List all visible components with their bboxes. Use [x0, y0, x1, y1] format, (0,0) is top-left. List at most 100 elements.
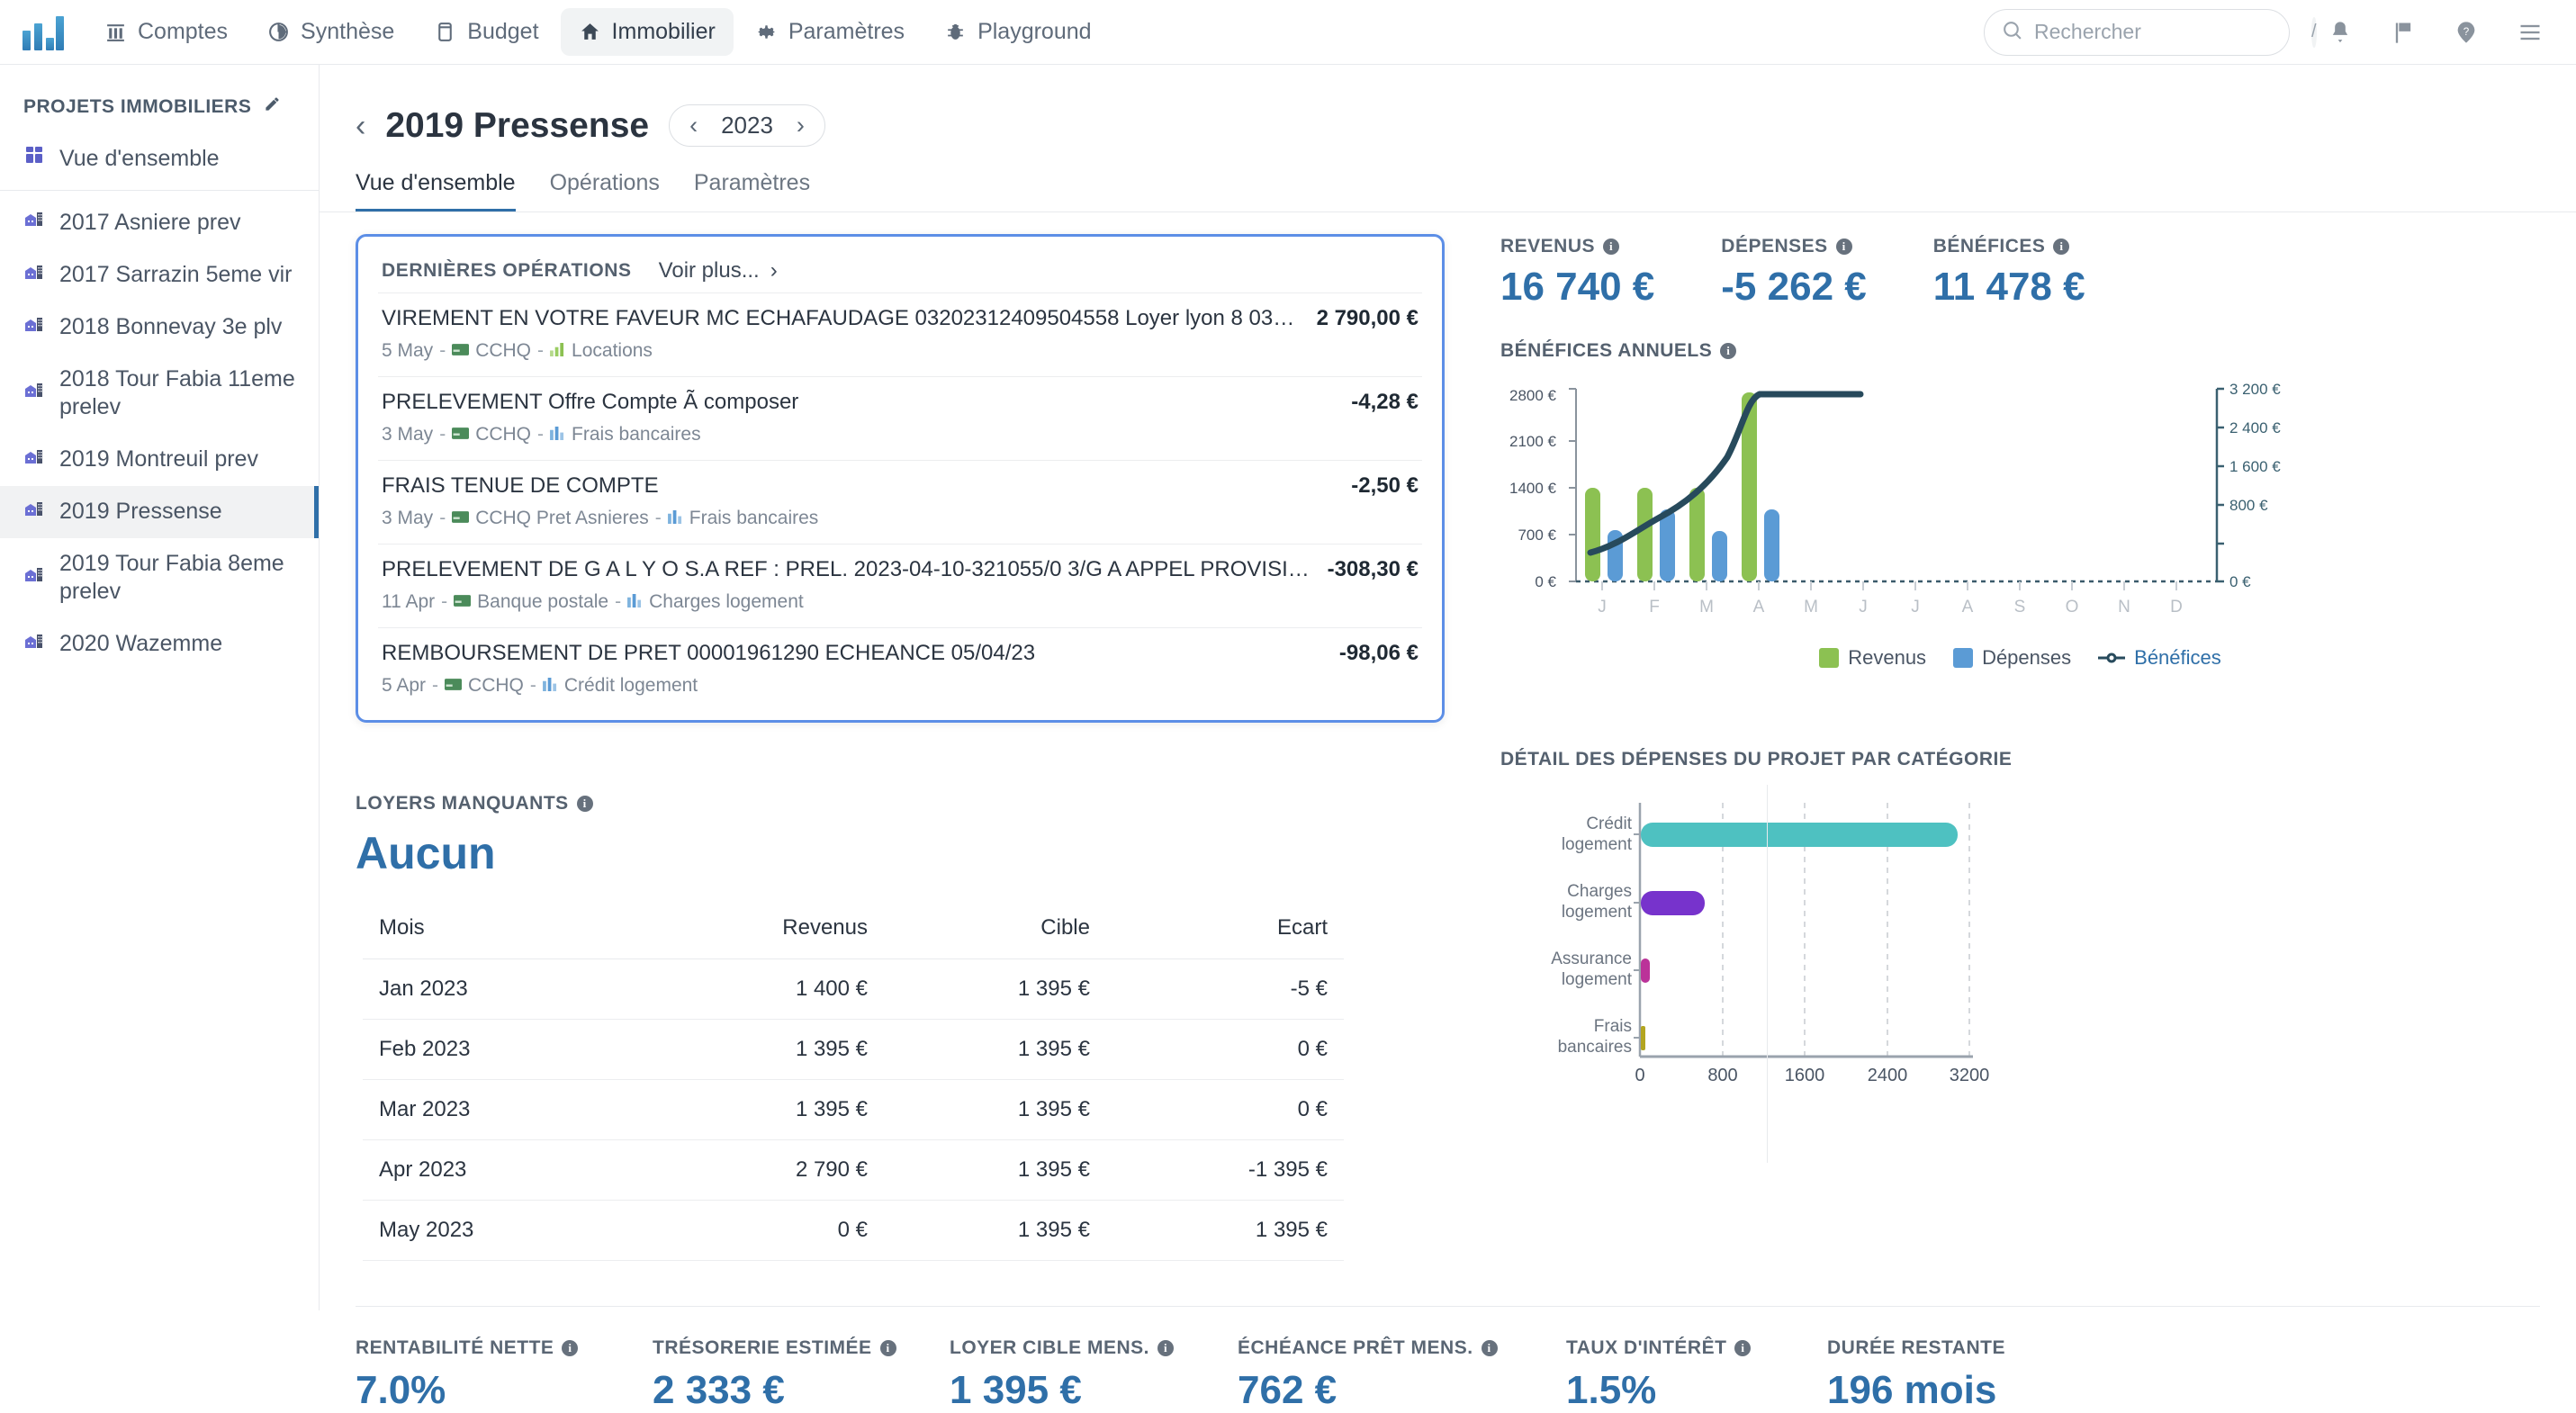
transaction-category: Locations [572, 340, 653, 361]
cat-label: Charges [1567, 882, 1632, 901]
search-input[interactable] [2034, 20, 2301, 44]
sidebar-item-overview[interactable]: Vue d'ensemble [0, 132, 319, 184]
sidebar-item-label: Vue d'ensemble [59, 145, 220, 171]
nav-item-parametres[interactable]: Paramètres [737, 8, 923, 56]
info-icon[interactable]: i [576, 796, 593, 812]
sidebar-item-2019-tour-fabia-8eme-prelev[interactable]: 2019 Tour Fabia 8eme prelev [0, 538, 319, 618]
nav-item-immobilier[interactable]: Immobilier [560, 8, 734, 56]
tab-vue-densemble[interactable]: Vue d'ensemble [356, 170, 516, 212]
year-selector[interactable]: ‹ 2023 › [669, 104, 825, 147]
nav-item-label: Playground [977, 19, 1092, 44]
table-row[interactable]: PRELEVEMENT DE G A L Y O S.A REF : PREL.… [378, 544, 1422, 627]
legend-item-depenses[interactable]: Dépenses [1953, 646, 2071, 670]
missing-rents-section: LOYERS MANQUANTS i Aucun Mois Revenus Ci… [356, 793, 1463, 1261]
info-icon[interactable]: i [1481, 1340, 1498, 1356]
left-column: DERNIÈRES OPÉRATIONS Voir plus... › VIRE… [356, 212, 1463, 1261]
bar-depenses-mar [1712, 531, 1727, 581]
axis-tick-left: 0 € [1535, 573, 1556, 590]
table-row: Jan 2023 1 400 € 1 395 € -5 € [363, 958, 1344, 1020]
nav-item-synthese[interactable]: Synthèse [249, 8, 412, 56]
info-icon[interactable]: i [1835, 238, 1852, 255]
help-icon[interactable]: ? [2454, 20, 2479, 45]
right-column: REVENUS i 16 740 € DÉPENSES i -5 262 € B… [1463, 212, 2540, 1261]
separator: - [439, 508, 446, 528]
chevron-left-icon[interactable]: ‹ [356, 111, 365, 141]
sidebar-item-2018-bonnevay-3e-plv[interactable]: 2018 Bonnevay 3e plv [0, 302, 319, 354]
search-box[interactable]: / [1984, 8, 2317, 56]
home-icon [579, 21, 601, 43]
svg-text:A: A [1962, 598, 1974, 616]
nav-item-playground[interactable]: Playground [926, 8, 1109, 56]
category-bars-icon [542, 675, 558, 697]
tab-parametres[interactable]: Paramètres [694, 170, 810, 212]
bar-frais-bancaires [1641, 1026, 1645, 1050]
line-benefices [1587, 391, 1864, 556]
info-icon[interactable]: i [1157, 1340, 1175, 1356]
cell-cible: 1 395 € [884, 1139, 1106, 1201]
menu-icon[interactable] [2517, 20, 2544, 45]
flag-icon[interactable] [2391, 20, 2416, 45]
cell-ecart: -5 € [1105, 958, 1344, 1020]
nav-item-comptes[interactable]: Comptes [86, 8, 246, 56]
nav-item-budget[interactable]: Budget [416, 8, 556, 56]
cell-cible: 1 395 € [884, 1200, 1106, 1261]
table-row[interactable]: VIREMENT EN VOTRE FAVEUR MC ECHAFAUDAGE … [378, 292, 1422, 376]
transaction-category: Crédit logement [563, 675, 698, 696]
vertical-divider [1767, 785, 1768, 1163]
legend-item-revenus[interactable]: Revenus [1819, 646, 1926, 670]
kpi-value: 2 333 € [653, 1368, 785, 1412]
see-more-link[interactable]: Voir plus... › [659, 258, 778, 284]
kpi-duree-restante: DURÉE RESTANTE 196 mois [1827, 1337, 2005, 1413]
info-icon[interactable]: i [562, 1340, 579, 1356]
svg-text:J: J [1911, 598, 1920, 616]
cat-label: bancaires [1558, 1038, 1632, 1057]
svg-text:800 €: 800 € [2229, 497, 2268, 514]
legend-label: Bénéfices [2134, 646, 2221, 669]
table-row[interactable]: FRAIS TENUE DE COMPTE -2,50 € 3 May - CC… [378, 460, 1422, 544]
sidebar-item-2017-asniere-prev[interactable]: 2017 Asniere prev [0, 196, 319, 248]
calendar-icon [434, 21, 456, 43]
pencil-icon[interactable] [264, 95, 281, 118]
cell-ecart: 1 395 € [1105, 1200, 1344, 1261]
bell-icon[interactable] [2328, 20, 2353, 45]
cell-mois: Jan 2023 [363, 958, 634, 1020]
missing-rents-value: Aucun [356, 828, 496, 878]
sidebar-item-2018-tour-fabia-11eme-prelev[interactable]: 2018 Tour Fabia 11eme prelev [0, 354, 319, 434]
rents-table: Mois Revenus Cible Ecart Jan 2023 1 400 … [363, 903, 1344, 1261]
sidebar-item-2020-wazemme[interactable]: 2020 Wazemme [0, 618, 319, 670]
sidebar-item-2019-pressense[interactable]: 2019 Pressense [0, 485, 319, 539]
info-icon[interactable]: i [879, 1340, 896, 1356]
cell-ecart: -1 395 € [1105, 1139, 1344, 1201]
nav-right-group: / ? [1984, 8, 2576, 56]
col-cible: Cible [884, 903, 1106, 959]
table-row[interactable]: REMBOURSEMENT DE PRET 00001961290 ECHEAN… [378, 627, 1422, 711]
separator: - [439, 424, 446, 445]
bank-card-icon [452, 508, 470, 529]
bar-charges-logement [1641, 891, 1705, 915]
transaction-label: PRELEVEMENT Offre Compte Ã composer [382, 390, 799, 414]
axis-tick-left: 700 € [1518, 526, 1556, 544]
cat-label: logement [1562, 970, 1633, 989]
sidebar-item-2019-montreuil-prev[interactable]: 2019 Montreuil prev [0, 434, 319, 486]
cat-label: logement [1562, 903, 1633, 922]
table-row[interactable]: PRELEVEMENT Offre Compte Ã composer -4,2… [378, 376, 1422, 460]
bars-group [1585, 392, 1779, 581]
info-icon[interactable]: i [1720, 343, 1737, 359]
chevron-left-icon[interactable]: ‹ [689, 113, 698, 138]
app-logo[interactable] [0, 14, 86, 50]
cell-revenus: 0 € [633, 1200, 885, 1261]
info-icon[interactable]: i [1603, 238, 1620, 255]
transaction-category: Frais bancaires [572, 424, 701, 445]
info-icon[interactable]: i [1734, 1340, 1752, 1356]
building-icon [23, 563, 45, 592]
transaction-account: CCHQ [468, 675, 524, 696]
sidebar-item-2017-sarrazin-5eme-vir[interactable]: 2017 Sarrazin 5eme vir [0, 249, 319, 302]
axis-tick-left: 1400 € [1509, 480, 1557, 497]
legend-line-marker [2098, 646, 2126, 670]
chevron-right-icon[interactable]: › [797, 113, 805, 138]
tab-operations[interactable]: Opérations [550, 170, 660, 212]
kpi-label: RENTABILITÉ NETTE [356, 1337, 554, 1358]
legend-item-benefices[interactable]: Bénéfices [2098, 646, 2221, 670]
info-icon[interactable]: i [2053, 238, 2070, 255]
cell-revenus: 1 395 € [633, 1019, 885, 1080]
